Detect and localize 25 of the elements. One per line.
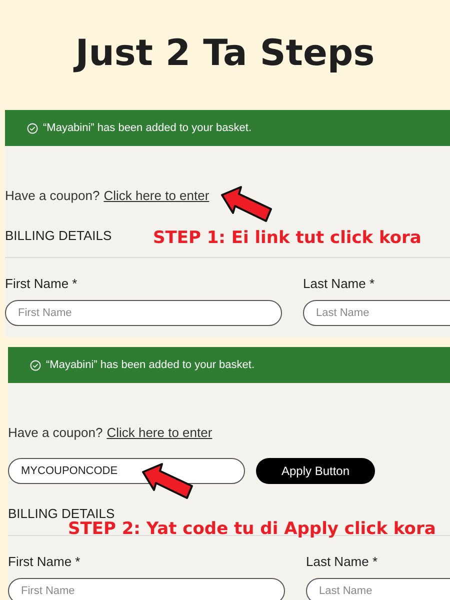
text-field[interactable]: Last Name bbox=[303, 300, 450, 326]
coupon-field[interactable]: MYCOUPONCODE bbox=[8, 458, 245, 484]
section-heading: BILLING DETAILS bbox=[5, 226, 112, 244]
field-label: Last Name * bbox=[306, 553, 379, 571]
step-caption: STEP 2: Yat code tu di Apply click kora bbox=[68, 518, 436, 541]
coupon-prompt: Have a coupon? bbox=[5, 187, 100, 205]
notice-text: “Mayabini” has been added to your basket. bbox=[46, 358, 255, 373]
notice-text: “Mayabini” has been added to your basket. bbox=[43, 120, 252, 136]
text-field[interactable]: First Name bbox=[5, 300, 282, 326]
coupon-link[interactable]: Click here to enter bbox=[104, 186, 210, 206]
check-circle-icon bbox=[27, 122, 38, 134]
arrow-icon bbox=[140, 462, 196, 502]
text-field[interactable]: First Name bbox=[8, 578, 285, 600]
apply-button[interactable]: Apply Button bbox=[256, 458, 375, 484]
text-field[interactable]: Last Name bbox=[306, 578, 450, 600]
check-circle-icon bbox=[30, 360, 41, 370]
arrow-icon bbox=[219, 185, 275, 225]
step-caption: STEP 1: Ei link tut click kora bbox=[153, 227, 422, 250]
coupon-link[interactable]: Click here to enter bbox=[106, 423, 212, 442]
coupon-prompt: Have a coupon? bbox=[8, 424, 103, 442]
field-label: First Name * bbox=[5, 275, 78, 293]
field-label: First Name * bbox=[8, 553, 82, 571]
field-label: Last Name * bbox=[303, 275, 376, 293]
page-title: Just 2 Ta Steps bbox=[75, 32, 375, 76]
section-heading: BILLING DETAILS bbox=[8, 504, 115, 521]
